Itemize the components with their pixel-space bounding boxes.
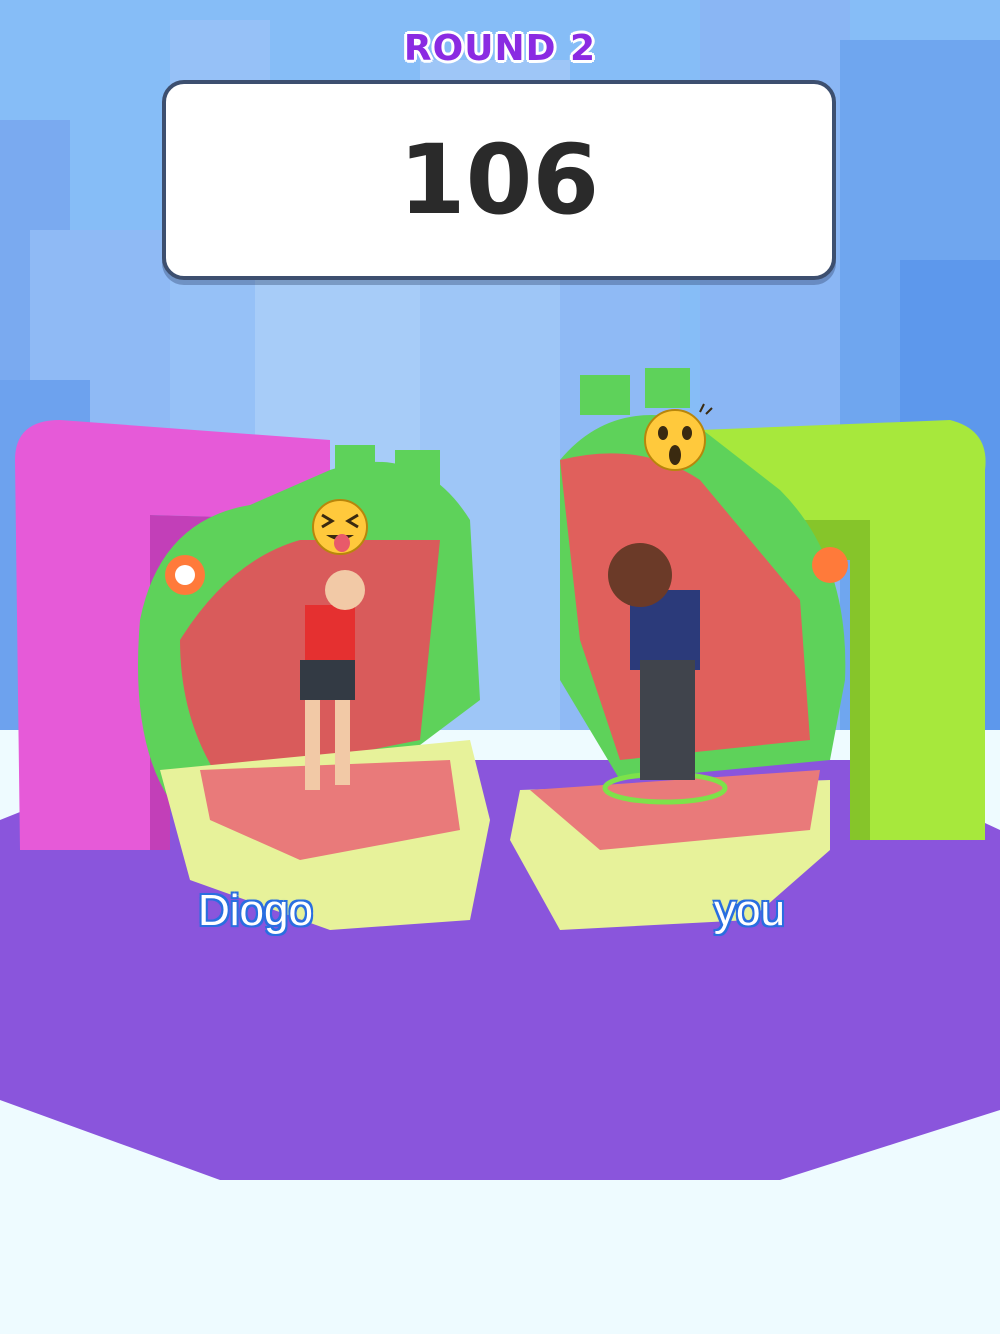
tongue-out-face-icon	[312, 499, 368, 555]
score-panel: 106	[162, 80, 836, 280]
round-label: ROUND 2	[403, 28, 597, 69]
opponent-name-label: Diogo	[198, 886, 313, 935]
score-value: 106	[398, 124, 600, 236]
player-name-label: you	[714, 886, 785, 935]
